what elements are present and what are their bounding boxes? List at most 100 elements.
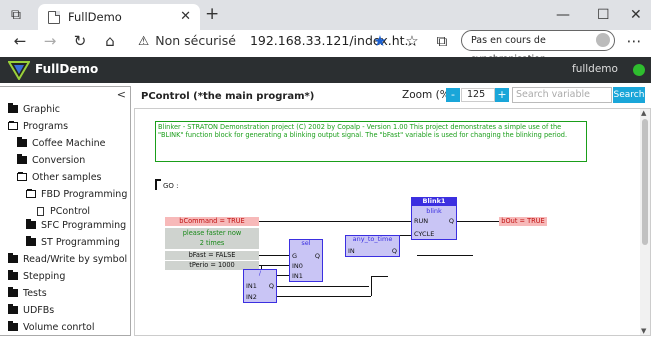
tree-item-sfc-programming[interactable]: SFC Programming (26, 219, 126, 231)
divide-function-block[interactable]: / IN1 IN2 Q (243, 269, 277, 303)
minimize-icon[interactable]: — (556, 7, 570, 23)
tree-item-label: FBD Programming (41, 188, 128, 200)
block-type: any_to_time (352, 235, 393, 243)
any-to-time-function-block[interactable]: any_to_time IN Q (345, 235, 400, 257)
tree-item-conversion[interactable]: Conversion (17, 154, 85, 166)
tree-item-label: Conversion (32, 154, 86, 166)
search-button[interactable]: Search (613, 87, 645, 103)
folder-open-icon (8, 121, 18, 130)
program-view: PControl (*the main program*) Zoom (%) -… (134, 86, 651, 336)
pin-in1: IN1 (292, 272, 303, 280)
block-type: / (258, 269, 262, 277)
pin-q: Q (268, 282, 274, 290)
pin-in: IN (348, 247, 355, 255)
tree-item-label: Programs (23, 120, 69, 132)
pin-in0: IN0 (292, 262, 303, 270)
block-instance-name: Blink1 (412, 197, 456, 206)
scroll-thumb[interactable] (642, 119, 648, 245)
var-bcommand[interactable]: bCommand = TRUE (165, 217, 259, 226)
new-tab-icon[interactable]: + (205, 4, 219, 24)
pin-cycle: CYCLE (414, 230, 435, 238)
wire-sel-in1 (371, 276, 388, 277)
tree-item-read-write-by-symbol[interactable]: Read/Write by symbol (8, 253, 127, 265)
tree-item-label: Read/Write by symbol (23, 253, 128, 265)
var-message-line2: 2 times (199, 239, 225, 247)
sel-function-block[interactable]: sel G IN0 IN1 Q (289, 239, 323, 282)
zoom-input[interactable]: 125 (461, 88, 495, 102)
user-name[interactable]: fulldemo (572, 63, 618, 75)
var-bfast[interactable]: bFast = FALSE (165, 251, 259, 260)
connection-status-icon (633, 64, 645, 76)
pin-in2: IN2 (246, 293, 257, 301)
wire-cycle (399, 235, 411, 236)
pin-q: Q (314, 252, 320, 260)
zoom-out-button[interactable]: - (446, 88, 460, 102)
close-tab-icon[interactable]: ✕ (180, 9, 191, 24)
more-menu-icon[interactable]: ⋯ (622, 30, 646, 54)
tree-item-stepping[interactable]: Stepping (8, 270, 65, 282)
var-message-box: please faster now 2 times (165, 228, 259, 249)
diagram-scrollbar[interactable]: ▲ ▼ (640, 109, 650, 335)
block-type: sel (301, 239, 311, 247)
scroll-down-icon[interactable]: ▼ (641, 327, 646, 335)
favorite-star-icon[interactable]: ★ (368, 30, 392, 54)
tab-actions-icon[interactable]: ⧉ (11, 7, 21, 23)
profile-avatar-icon (596, 33, 610, 47)
blink-function-block[interactable]: Blink1 blink RUN CYCLE Q (411, 197, 457, 240)
program-tree-panel: < Graphic Programs Coffee Machine Conver… (0, 86, 131, 336)
folder-icon (17, 137, 27, 147)
address-bar: ← → ↻ ⌂ ⚠ Non sécurisé 192.168.33.121/inde… (0, 30, 651, 65)
wire-sel-out (417, 255, 473, 256)
tree-item-st-programming[interactable]: ST Programming (26, 236, 120, 248)
reload-icon[interactable]: ↻ (68, 30, 92, 54)
wire-bfast-g (259, 255, 289, 256)
diagram-label: GO : (163, 182, 179, 190)
app-title: FullDemo (35, 62, 99, 76)
folder-open-icon (26, 189, 36, 198)
tree-item-label: Coffee Machine (32, 137, 106, 149)
zoom-in-button[interactable]: + (495, 88, 509, 102)
sync-button[interactable]: Pas en cours de synchronisation (461, 30, 615, 65)
close-window-icon[interactable]: ✕ (630, 7, 642, 23)
wire-blink-out (455, 221, 499, 222)
var-message-line1: please faster now (182, 229, 242, 237)
folder-icon (8, 321, 18, 331)
diagram-comment: Blinker - STRATON Demonstration project … (155, 121, 587, 162)
maximize-icon[interactable]: ☐ (597, 7, 610, 23)
folder-icon (17, 154, 27, 164)
scroll-up-icon[interactable]: ▲ (641, 109, 646, 117)
tree-item-label: Stepping (23, 270, 66, 282)
pin-q: Q (448, 217, 454, 225)
tree-item-tests[interactable]: Tests (8, 287, 47, 299)
tree-item-label: Other samples (32, 171, 102, 183)
fbd-diagram[interactable]: Blinker - STRATON Demonstration project … (134, 108, 651, 336)
var-bout[interactable]: bOut = TRUE (499, 217, 547, 226)
collapse-sidebar-button[interactable]: < (117, 88, 126, 101)
folder-icon (8, 304, 18, 314)
tree-item-graphic[interactable]: Graphic (8, 103, 60, 115)
tree-item-udfbs[interactable]: UDFBs (8, 304, 54, 316)
home-icon[interactable]: ⌂ (98, 30, 122, 54)
tree-item-volume-control[interactable]: Volume conrtol (8, 321, 95, 333)
collections-icon[interactable]: ⧉ (430, 30, 454, 54)
warning-icon: ⚠ (138, 33, 150, 48)
folder-icon (26, 236, 36, 246)
wire-sel-in0 (275, 275, 289, 276)
app-header: FullDemo fulldemo (0, 57, 651, 83)
tree-item-coffee-machine[interactable]: Coffee Machine (17, 137, 105, 149)
tree-item-label: SFC Programming (41, 219, 127, 231)
page-favicon-icon (48, 10, 60, 24)
folder-icon (8, 270, 18, 280)
wire-tperio (259, 265, 289, 266)
tree-item-fbd-programming[interactable]: FBD Programming (26, 188, 127, 200)
search-variable-input[interactable]: Search variable (512, 87, 612, 103)
forward-icon[interactable]: → (38, 30, 62, 54)
tree-item-pcontrol[interactable]: PControl (37, 205, 90, 217)
tree-item-other-samples[interactable]: Other samples (17, 171, 101, 183)
back-icon[interactable]: ← (8, 30, 32, 54)
favorites-icon[interactable]: ☆ (400, 30, 424, 54)
browser-tab[interactable]: FullDemo ✕ (38, 4, 200, 30)
block-type: blink (426, 207, 442, 215)
tree-item-label: Tests (23, 287, 47, 299)
tree-item-programs[interactable]: Programs (8, 120, 68, 132)
